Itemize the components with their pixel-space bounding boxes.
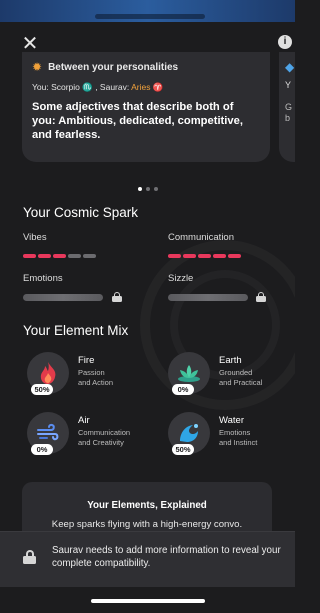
- air-description: Communication and Creativity: [78, 428, 148, 447]
- air-wind-icon: [37, 423, 59, 441]
- fire-desc-line1: Passion: [78, 368, 105, 377]
- compatibility-screen: ✕ i ✹ Between your personalities You: Sc…: [0, 0, 295, 613]
- sizzle-label: Sizzle: [168, 273, 194, 284]
- meter-segment: [38, 254, 51, 258]
- earth-lotus-icon: [178, 365, 200, 382]
- communication-meter: [168, 254, 241, 258]
- water-desc-line1: Emotions: [219, 428, 251, 437]
- air-percent-badge: 0%: [31, 444, 53, 455]
- peek-icon: ◆: [285, 60, 295, 74]
- peek-line-2: Gb: [285, 102, 295, 124]
- air-desc-line2: and Creativity: [78, 437, 124, 447]
- meter-segment: [83, 254, 96, 258]
- peek-line-1: Y: [285, 80, 292, 90]
- next-card-peek[interactable]: ◆ Y Gb: [279, 52, 295, 162]
- earth-percent-badge: 0%: [172, 384, 194, 395]
- water-percent-badge: 50%: [172, 444, 194, 455]
- emotions-locked-bar: [23, 294, 103, 301]
- water-description: Emotions and Instinct: [219, 428, 289, 447]
- water-desc-line2: and Instinct: [219, 437, 258, 447]
- meter-segment: [23, 254, 36, 258]
- info-icon: i: [283, 36, 287, 47]
- meter-segment: [68, 254, 81, 258]
- card-title: Between your personalities: [48, 61, 179, 73]
- sun-icon: ✹: [32, 60, 43, 74]
- element-mix-title: Your Element Mix: [23, 323, 129, 338]
- lock-icon: [112, 292, 122, 302]
- carousel-dots: [0, 178, 295, 196]
- elements-explained-subtitle: Keep sparks flying with a high-energy co…: [51, 519, 243, 530]
- element-earth[interactable]: 0% Earth Grounded and Practical: [168, 352, 288, 400]
- carousel-dot[interactable]: [137, 187, 142, 191]
- fire-description: Passion and Action: [78, 368, 148, 387]
- element-fire[interactable]: 50% Fire Passion and Action: [27, 352, 147, 400]
- carousel-dot[interactable]: [153, 187, 158, 191]
- earth-desc-line2: and Practical: [219, 377, 263, 387]
- lock-icon: [23, 550, 36, 564]
- earth-desc-line1: Grounded: [219, 368, 253, 377]
- communication-label: Communication: [168, 232, 234, 243]
- close-button[interactable]: ✕: [20, 34, 40, 54]
- earth-name: Earth: [219, 355, 242, 366]
- meter-segment: [213, 254, 226, 258]
- vibes-label: Vibes: [23, 232, 47, 243]
- header-banner: [0, 0, 295, 22]
- elements-explained-title: Your Elements, Explained: [87, 500, 207, 511]
- lock-icon: [256, 292, 266, 302]
- meter-segment: [228, 254, 241, 258]
- air-name: Air: [78, 415, 90, 426]
- meter-segment: [168, 254, 181, 258]
- peek-line-2a: G: [285, 102, 293, 112]
- vibes-meter: [23, 254, 96, 258]
- meter-segment: [53, 254, 66, 258]
- water-wave-icon: [180, 424, 198, 442]
- cosmic-spark-title: Your Cosmic Spark: [23, 205, 139, 220]
- info-button[interactable]: i: [278, 35, 292, 49]
- aries-sign: Aries ♈: [131, 82, 164, 92]
- element-air[interactable]: 0% Air Communication and Creativity: [27, 412, 147, 460]
- water-name: Water: [219, 415, 244, 426]
- card-body: Some adjectives that describe both of yo…: [32, 101, 243, 141]
- fire-percent-badge: 50%: [31, 384, 53, 395]
- home-indicator: [91, 599, 205, 603]
- carousel-dot[interactable]: [145, 187, 150, 191]
- zodiac-signs: You: Scorpio ♏ , Saurav: Aries ♈: [32, 82, 260, 93]
- emotions-label: Emotions: [23, 273, 63, 284]
- personality-card[interactable]: ✹ Between your personalities You: Scorpi…: [22, 52, 270, 162]
- locked-compatibility-notice: Saurav needs to add more information to …: [0, 531, 295, 587]
- meter-segment: [183, 254, 196, 258]
- notice-text: Saurav needs to add more information to …: [52, 545, 281, 569]
- sizzle-locked-bar: [168, 294, 248, 301]
- fire-name: Fire: [78, 355, 95, 366]
- meter-segment: [198, 254, 211, 258]
- earth-description: Grounded and Practical: [219, 368, 289, 387]
- signs-prefix: You: Scorpio ♏ , Saurav:: [32, 82, 132, 92]
- fire-icon: [40, 362, 56, 384]
- fire-desc-line2: and Action: [78, 377, 114, 387]
- air-desc-line1: Communication: [78, 428, 131, 437]
- element-water[interactable]: 50% Water Emotions and Instinct: [168, 412, 288, 460]
- peek-line-2b: b: [285, 113, 291, 123]
